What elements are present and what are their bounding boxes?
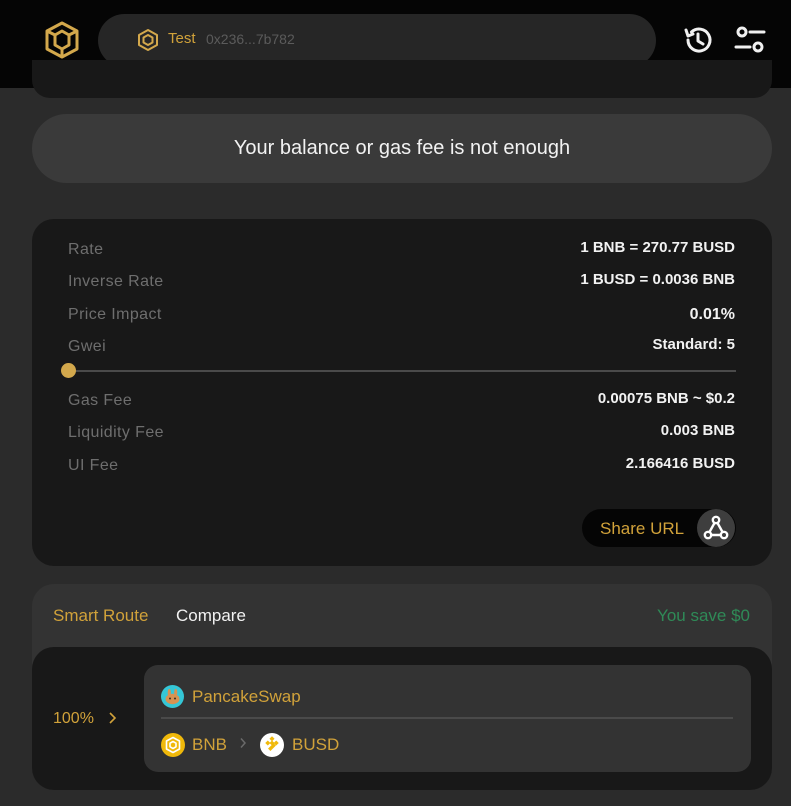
pool-name: PancakeSwap	[192, 687, 301, 706]
tab-compare[interactable]: Compare	[176, 606, 246, 626]
busd-token-icon	[260, 733, 284, 757]
insufficient-balance-button[interactable]: Your balance or gas fee is not enough	[32, 114, 772, 183]
swap-details-card: Rate 1 BNB = 270.77 BUSD Inverse Rate 1 …	[32, 219, 772, 566]
gwei-value: Standard: 5	[652, 336, 735, 353]
price-impact-value: 0.01%	[689, 306, 735, 323]
history-icon[interactable]	[682, 24, 714, 56]
wallet-address: 0x236...7b782	[206, 31, 295, 47]
rate-label: Rate	[68, 241, 104, 258]
route-percent: 100%	[53, 710, 94, 727]
chevron-right-icon	[109, 712, 117, 724]
chevron-right-icon	[240, 738, 247, 748]
you-save-text: You save $0	[657, 606, 750, 625]
bnb-logo-icon[interactable]	[43, 20, 81, 60]
pool-card[interactable]: PancakeSwap BNB BUSD	[144, 665, 751, 772]
share-url-label: Share URL	[600, 519, 685, 538]
inverse-rate-value: 1 BUSD = 0.0036 BNB	[580, 271, 735, 288]
gas-fee-value: 0.00075 BNB ~ $0.2	[597, 390, 735, 407]
gwei-label: Gwei	[68, 338, 107, 355]
gwei-slider-thumb[interactable]	[60, 363, 76, 378]
share-url-button[interactable]: Share URL	[582, 509, 736, 547]
ui-fee-value: 2.166416 BUSD	[625, 455, 735, 472]
liquidity-fee-label: Liquidity Fee	[68, 424, 164, 441]
liquidity-fee-value: 0.003 BNB	[660, 422, 735, 439]
token-from-name: BNB	[192, 735, 227, 754]
pool-divider	[161, 717, 733, 719]
bnb-token-icon	[161, 733, 185, 757]
rate-value: 1 BNB = 270.77 BUSD	[580, 239, 735, 256]
previous-card-edge	[32, 60, 772, 98]
share-nodes-icon	[703, 515, 729, 540]
tab-smart-route[interactable]: Smart Route	[53, 606, 148, 626]
gwei-slider-track[interactable]	[68, 370, 736, 372]
token-to-name: BUSD	[292, 735, 340, 754]
settings-sliders-icon[interactable]	[734, 24, 766, 56]
inverse-rate-label: Inverse Rate	[68, 273, 164, 290]
route-detail: 100% PancakeSwap BNB BUSD	[32, 647, 772, 790]
route-card: Smart Route Compare You save $0 100% Pan…	[32, 584, 772, 790]
share-icon-circle	[697, 509, 735, 547]
ui-fee-label: UI Fee	[68, 457, 119, 474]
wallet-name: Test	[168, 30, 196, 47]
price-impact-label: Price Impact	[68, 306, 162, 323]
gas-fee-label: Gas Fee	[68, 392, 133, 409]
pancakeswap-icon	[161, 685, 184, 708]
bnb-wallet-icon	[138, 29, 158, 51]
